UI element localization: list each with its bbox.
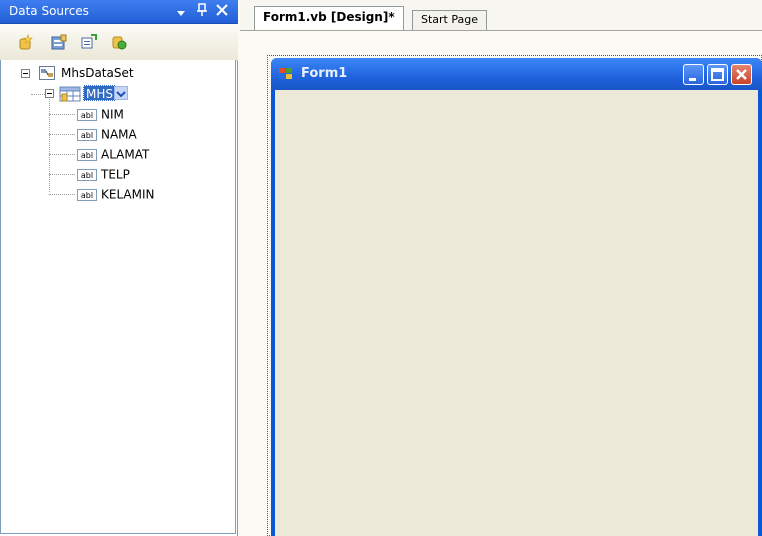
- table-label: MHS: [83, 85, 116, 101]
- textbox-control-icon: abl: [77, 188, 97, 201]
- tree-line: [49, 114, 75, 115]
- close-icon[interactable]: [216, 2, 228, 20]
- edit-dataset-designer-icon[interactable]: [51, 34, 67, 50]
- dataset-label: MhsDataSet: [61, 66, 134, 80]
- tree-line: [49, 134, 75, 135]
- tree-node-field[interactable]: abl KELAMIN: [77, 185, 155, 203]
- tab-start-page[interactable]: Start Page: [412, 10, 487, 30]
- textbox-control-icon: abl: [77, 168, 97, 181]
- data-sources-tree: MhsDataSet MHS abl NIM abl NAMA abl ALAMAT …: [0, 60, 236, 534]
- form-title: Form1: [301, 66, 348, 81]
- tree-node-field[interactable]: abl NAMA: [77, 125, 137, 143]
- form1-window[interactable]: Form1: [271, 58, 762, 536]
- tree-line: [49, 94, 50, 192]
- data-sources-toolbar: [0, 24, 238, 61]
- field-label: NAMA: [101, 127, 137, 142]
- chevron-down-icon[interactable]: [114, 86, 128, 100]
- tree-node-table[interactable]: MHS: [1, 84, 231, 102]
- add-new-data-source-icon[interactable]: [18, 34, 34, 50]
- minimize-button[interactable]: [683, 64, 704, 85]
- tree-node-field[interactable]: abl NIM: [77, 105, 124, 123]
- table-icon: [59, 86, 81, 107]
- tab-form1-design[interactable]: Form1.vb [Design]*: [254, 6, 404, 30]
- configure-dataset-wizard-icon[interactable]: [81, 34, 97, 50]
- maximize-button[interactable]: [707, 64, 728, 85]
- close-button[interactable]: [731, 64, 752, 85]
- window-position-dropdown-icon[interactable]: [176, 6, 186, 20]
- tree-line: [49, 174, 75, 175]
- tree-node-field[interactable]: abl TELP: [77, 165, 130, 183]
- auto-hide-pin-icon[interactable]: [196, 3, 208, 20]
- document-tab-strip: Form1.vb [Design]* Start Page: [240, 0, 762, 31]
- textbox-control-icon: abl: [77, 148, 97, 161]
- refresh-icon[interactable]: [111, 34, 127, 50]
- form-titlebar[interactable]: Form1: [271, 58, 762, 90]
- textbox-control-icon: abl: [77, 108, 97, 121]
- tree-line: [49, 154, 75, 155]
- tree-line: [49, 194, 75, 195]
- form-client-area[interactable]: [275, 90, 758, 536]
- field-label: KELAMIN: [101, 187, 155, 202]
- tree-node-field[interactable]: abl ALAMAT: [77, 145, 149, 163]
- collapse-icon[interactable]: [45, 89, 54, 98]
- collapse-icon[interactable]: [21, 69, 30, 78]
- dataset-icon: [39, 66, 55, 85]
- tree-node-dataset[interactable]: MhsDataSet: [1, 64, 231, 82]
- textbox-control-icon: abl: [77, 128, 97, 141]
- form-icon: [279, 68, 293, 80]
- field-label: TELP: [101, 167, 130, 182]
- data-sources-panel: Data Sources MhsDataSet MHS abl NIM abl …: [0, 0, 238, 536]
- field-label: NIM: [101, 107, 124, 122]
- data-sources-title: Data Sources: [9, 4, 89, 18]
- data-sources-titlebar: Data Sources: [0, 0, 238, 24]
- field-label: ALAMAT: [101, 147, 150, 162]
